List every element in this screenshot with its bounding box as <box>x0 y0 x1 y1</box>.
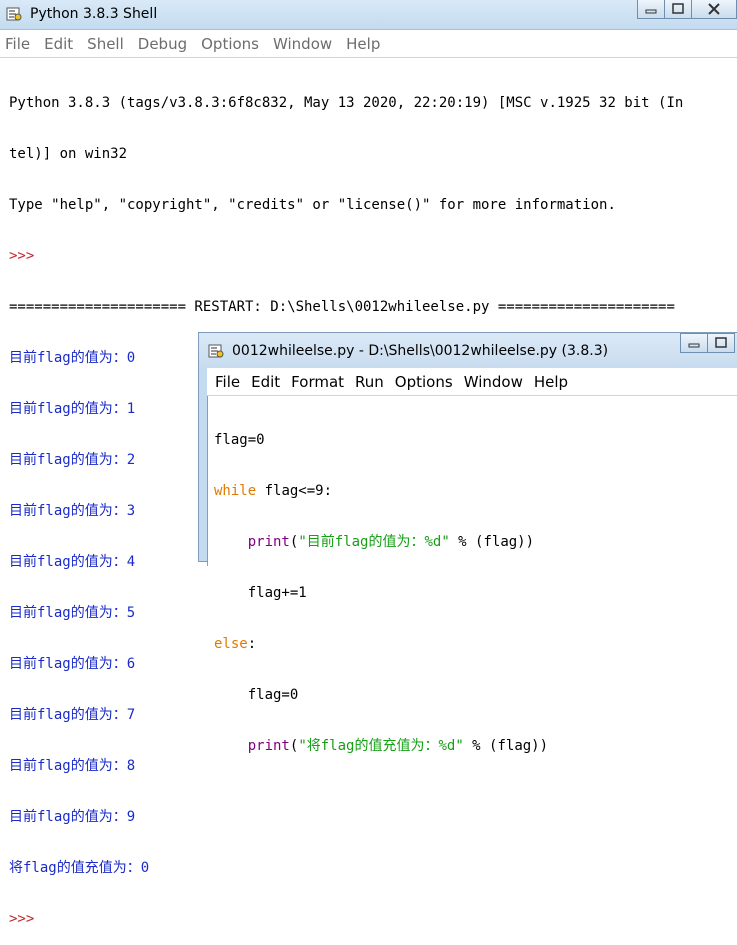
minimize-icon <box>688 343 700 348</box>
banner-line: Python 3.8.3 (tags/v3.8.3:6f8c832, May 1… <box>9 95 684 111</box>
output-line: 目前flag的值为：7 <box>9 707 136 723</box>
shell-window-title: Python 3.8.3 Shell <box>30 6 158 22</box>
code-line: else: <box>214 636 737 653</box>
code-text: : <box>247 636 257 652</box>
code-text: flag=0 <box>214 432 265 448</box>
menu-edit[interactable]: Edit <box>44 35 73 53</box>
string-literal: "目前flag的值为：%d" <box>298 534 450 550</box>
editor-menu-options[interactable]: Options <box>395 373 453 391</box>
builtin-print: print <box>247 534 290 550</box>
output-line: 目前flag的值为：8 <box>9 758 136 774</box>
editor-menu-help[interactable]: Help <box>534 373 568 391</box>
menu-shell[interactable]: Shell <box>87 35 124 53</box>
editor-menu-window[interactable]: Window <box>464 373 523 391</box>
menu-debug[interactable]: Debug <box>138 35 187 53</box>
banner-line: tel)] on win32 <box>9 146 128 162</box>
shell-prompt: >>> <box>9 248 35 264</box>
maximize-button[interactable] <box>664 0 692 19</box>
string-literal: "将flag的值充值为：%d" <box>298 738 464 754</box>
editor-menu-format[interactable]: Format <box>291 373 344 391</box>
editor-minimize-button[interactable] <box>680 333 708 353</box>
editor-menu-edit[interactable]: Edit <box>251 373 280 391</box>
output-line: 目前flag的值为：6 <box>9 656 136 672</box>
code-text: flag=0 <box>214 687 299 703</box>
code-text: flag<=9: <box>256 483 333 499</box>
close-icon <box>708 3 720 15</box>
output-line: 目前flag的值为：9 <box>9 809 136 825</box>
code-text: % (flag)) <box>463 738 549 754</box>
minimize-button[interactable] <box>637 0 665 19</box>
menu-help[interactable]: Help <box>346 35 380 53</box>
output-line: 将flag的值充值为：0 <box>9 860 150 876</box>
code-editor[interactable]: flag=0 while flag<=9: print("目前flag的值为：%… <box>207 396 737 754</box>
shell-title-bar: Python 3.8.3 Shell <box>0 0 737 30</box>
shell-menu-bar: File Edit Shell Debug Options Window Hel… <box>0 30 737 58</box>
menu-file[interactable]: File <box>5 35 30 53</box>
editor-maximize-button[interactable] <box>707 333 735 353</box>
python-file-icon <box>208 344 224 358</box>
editor-menu-bar: File Edit Format Run Options Window Help <box>207 368 737 396</box>
editor-menu-run[interactable]: Run <box>355 373 384 391</box>
builtin-print: print <box>247 738 290 754</box>
editor-menu-file[interactable]: File <box>215 373 240 391</box>
keyword-while: while <box>214 483 257 499</box>
python-app-icon <box>6 7 22 21</box>
code-text: flag+=1 <box>214 585 307 601</box>
code-line: flag=0 <box>214 687 737 704</box>
editor-title-bar: 0012whileelse.py - D:\Shells\0012whileel… <box>199 333 737 368</box>
menu-window[interactable]: Window <box>273 35 332 53</box>
editor-window: 0012whileelse.py - D:\Shells\0012whileel… <box>198 332 737 754</box>
code-line: print("将flag的值充值为：%d" % (flag)) <box>214 738 737 755</box>
maximize-icon <box>715 337 727 348</box>
keyword-else: else <box>214 636 248 652</box>
code-line: flag+=1 <box>214 585 737 602</box>
output-line: 目前flag的值为：5 <box>9 605 136 621</box>
close-button[interactable] <box>691 0 737 19</box>
code-text: % (flag)) <box>449 534 535 550</box>
code-line: flag=0 <box>214 432 737 449</box>
restart-line: ===================== RESTART: D:\Shells… <box>9 299 675 315</box>
menu-options[interactable]: Options <box>201 35 259 53</box>
editor-window-title: 0012whileelse.py - D:\Shells\0012whileel… <box>232 343 609 359</box>
code-line: print("目前flag的值为：%d" % (flag)) <box>214 534 737 551</box>
maximize-icon <box>672 3 684 14</box>
code-line: while flag<=9: <box>214 483 737 500</box>
code-text: ( <box>289 738 299 754</box>
minimize-icon <box>645 9 657 14</box>
banner-line: Type "help", "copyright", "credits" or "… <box>9 197 616 213</box>
shell-prompt-current: >>> <box>9 911 35 927</box>
